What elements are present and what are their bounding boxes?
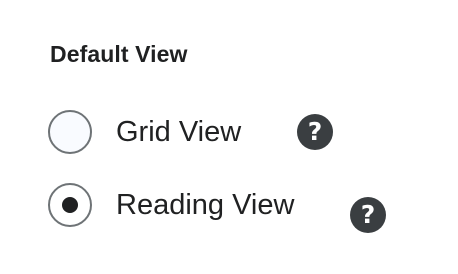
radio-selected-dot bbox=[62, 197, 78, 213]
reading-view-radio[interactable] bbox=[48, 183, 92, 227]
default-view-settings: Default View Grid View ? Reading View ? bbox=[0, 0, 458, 274]
reading-view-label[interactable]: Reading View bbox=[116, 187, 294, 223]
grid-view-label[interactable]: Grid View bbox=[116, 114, 241, 150]
grid-view-help-icon[interactable]: ? bbox=[297, 114, 333, 150]
section-heading: Default View bbox=[50, 41, 188, 67]
grid-view-option[interactable]: Grid View bbox=[48, 110, 241, 154]
reading-view-option[interactable]: Reading View bbox=[48, 183, 294, 227]
grid-view-radio[interactable] bbox=[48, 110, 92, 154]
reading-view-help-icon[interactable]: ? bbox=[350, 197, 386, 233]
